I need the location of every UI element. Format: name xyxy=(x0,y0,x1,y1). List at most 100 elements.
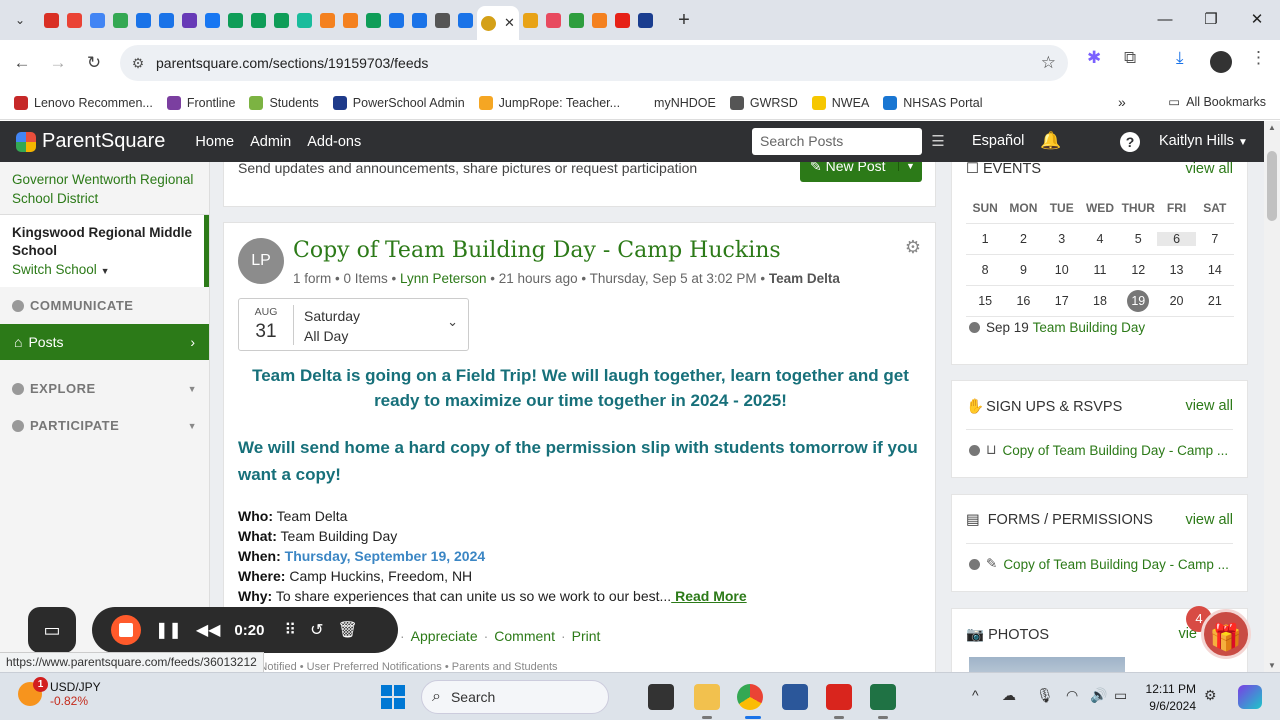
calendar-day[interactable]: 4 xyxy=(1081,232,1119,246)
bookmark-item[interactable]: Frontline xyxy=(166,95,235,110)
pause-icon[interactable]: ❚❚ xyxy=(155,620,182,640)
tab-search-chevron-icon[interactable]: ⌄ xyxy=(0,13,40,27)
bookmark-item[interactable]: Students xyxy=(249,95,319,110)
nav-addons[interactable]: Add-ons xyxy=(307,134,361,150)
browser-tab[interactable] xyxy=(63,0,86,40)
delete-trash-icon[interactable]: 🗑 xyxy=(338,620,358,640)
close-tab-icon[interactable]: ✕ xyxy=(504,15,515,31)
photo-thumbnail[interactable] xyxy=(969,657,1125,672)
read-more-link[interactable]: Read More xyxy=(671,588,747,604)
browser-tab[interactable] xyxy=(293,0,316,40)
events-view-all-link[interactable]: view all xyxy=(1185,162,1233,177)
calendar-day[interactable]: 6 xyxy=(1157,232,1196,246)
calendar-day[interactable]: 16 xyxy=(1004,294,1042,308)
bookmark-item[interactable]: Lenovo Recommen... xyxy=(14,95,153,110)
browser-tab[interactable] xyxy=(362,0,385,40)
post-author-link[interactable]: Lynn Peterson xyxy=(400,271,487,286)
new-post-button[interactable]: ✎ New Post ▼ xyxy=(800,162,922,182)
notified-summary[interactable]: 247 Notified • User Preferred Notificati… xyxy=(238,661,558,672)
browser-tab[interactable] xyxy=(247,0,270,40)
page-scrollbar[interactable]: ▲ ▼ xyxy=(1264,121,1280,672)
scroll-thumb[interactable] xyxy=(1267,151,1277,221)
calendar-day[interactable]: 7 xyxy=(1196,232,1234,246)
file-explorer-icon[interactable] xyxy=(694,684,720,710)
calendar-day[interactable]: 1 xyxy=(966,232,1004,246)
browser-tab[interactable] xyxy=(339,0,362,40)
extension-icon[interactable]: ✱ xyxy=(1087,48,1101,68)
browser-tab[interactable] xyxy=(40,0,63,40)
print-link[interactable]: Print xyxy=(572,628,601,644)
omnibox[interactable]: ⚙ parentsquare.com/sections/19159703/fee… xyxy=(120,45,1068,81)
bookmark-item[interactable]: JumpRope: Teacher... xyxy=(478,95,620,110)
all-bookmarks[interactable]: ▭ All Bookmarks xyxy=(1168,94,1266,110)
browser-tab[interactable] xyxy=(565,0,588,40)
form-list-item[interactable]: ✎ Copy of Team Building Day - Camp ... xyxy=(969,556,1229,572)
browser-tab[interactable] xyxy=(611,0,634,40)
drag-handle-icon[interactable]: ⠿ xyxy=(284,620,296,640)
event-item-link[interactable]: Team Building Day xyxy=(1033,320,1146,335)
scroll-up-icon[interactable]: ▲ xyxy=(1264,123,1280,132)
calendar-day[interactable]: 8 xyxy=(966,263,1004,277)
more-bookmarks-chevron-icon[interactable]: » xyxy=(1118,94,1126,110)
browser-tab[interactable] xyxy=(155,0,178,40)
bookmark-item[interactable]: NHSAS Portal xyxy=(883,95,982,110)
calendar-day[interactable]: 20 xyxy=(1157,294,1195,308)
system-clock[interactable]: 12:11 PM 9/6/2024 xyxy=(1140,681,1196,715)
wifi-icon[interactable]: ◠ xyxy=(1066,687,1078,704)
gift-icon[interactable]: 🎁 xyxy=(1201,609,1251,659)
cloud-icon[interactable]: ☁ xyxy=(1002,687,1016,704)
help-icon[interactable]: ? xyxy=(1120,132,1140,152)
sidebar-section-participate[interactable]: PARTICIPATE ▼ xyxy=(0,407,209,444)
bookmark-item[interactable]: myNHDOE xyxy=(634,95,716,110)
signup-item-link[interactable]: Copy of Team Building Day - Camp ... xyxy=(1003,443,1229,458)
calendar-day[interactable]: 12 xyxy=(1119,263,1157,277)
calendar-day[interactable]: 2 xyxy=(1004,232,1042,246)
search-posts-input[interactable]: Search Posts xyxy=(752,128,922,155)
switch-school-link[interactable]: Switch School ▼ xyxy=(12,262,192,277)
word-icon[interactable] xyxy=(782,684,808,710)
acrobat-icon[interactable] xyxy=(826,684,852,710)
calendar-day[interactable]: 21 xyxy=(1196,294,1234,308)
calendar-day[interactable]: 13 xyxy=(1157,263,1195,277)
forward-arrow-icon[interactable]: → xyxy=(40,53,76,73)
download-icon[interactable]: ⤓ xyxy=(1176,48,1184,68)
district-link[interactable]: Governor Wentworth Regional School Distr… xyxy=(0,162,209,215)
browser-tab[interactable] xyxy=(316,0,339,40)
post-title[interactable]: Copy of Team Building Day - Camp Huckins xyxy=(293,238,781,263)
taskbar-search[interactable]: ⌕ Search xyxy=(421,680,609,714)
calendar-day[interactable]: 5 xyxy=(1119,232,1157,246)
rewind-icon[interactable]: ◀◀ xyxy=(196,620,221,640)
browser-tab[interactable] xyxy=(408,0,431,40)
comment-link[interactable]: Comment xyxy=(494,628,555,644)
sidebar-item-posts[interactable]: ⌂ Posts › xyxy=(0,324,209,360)
user-menu[interactable]: Kaitlyn Hills ▼ xyxy=(1159,133,1248,149)
browser-tab[interactable] xyxy=(109,0,132,40)
restore-icon[interactable]: ❐ xyxy=(1188,0,1234,40)
browser-tab[interactable] xyxy=(132,0,155,40)
browser-tab[interactable] xyxy=(224,0,247,40)
new-tab-plus-icon[interactable]: + xyxy=(669,9,699,32)
excel-icon[interactable] xyxy=(870,684,896,710)
calendar-day[interactable]: 10 xyxy=(1043,263,1081,277)
browser-tab[interactable] xyxy=(454,0,477,40)
browser-tab[interactable] xyxy=(86,0,109,40)
puzzle-extensions-icon[interactable]: ⧉ xyxy=(1124,48,1136,68)
nav-home[interactable]: Home xyxy=(195,134,234,150)
calendar-day[interactable]: 3 xyxy=(1043,232,1081,246)
nav-admin[interactable]: Admin xyxy=(250,134,291,150)
site-info-icon[interactable]: ⚙ xyxy=(120,55,156,72)
parentsquare-logo[interactable]: ParentSquare xyxy=(16,130,165,153)
language-link[interactable]: Español xyxy=(972,133,1024,149)
browser-tab[interactable] xyxy=(385,0,408,40)
restart-icon[interactable]: ↺ xyxy=(310,620,323,640)
browser-tab[interactable] xyxy=(519,0,542,40)
tray-overflow-chevron-icon[interactable]: ^ xyxy=(972,687,979,703)
calendar-day[interactable]: 18 xyxy=(1081,294,1119,308)
minimize-icon[interactable]: — xyxy=(1142,0,1188,40)
scroll-down-icon[interactable]: ▼ xyxy=(1264,661,1280,670)
bookmark-item[interactable]: PowerSchool Admin xyxy=(332,95,465,110)
browser-tab[interactable] xyxy=(201,0,224,40)
volume-icon[interactable]: 🔊 xyxy=(1090,687,1107,704)
author-avatar[interactable]: LP xyxy=(238,238,284,284)
profile-avatar[interactable] xyxy=(1210,51,1232,73)
